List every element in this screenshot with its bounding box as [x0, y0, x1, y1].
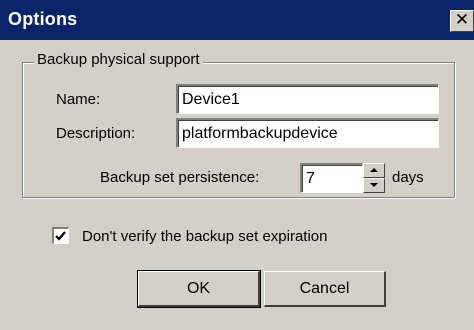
options-dialog: Options ✕ Backup physical support Name: …	[0, 0, 474, 330]
close-button[interactable]: ✕	[450, 10, 474, 32]
name-label: Name:	[56, 91, 101, 108]
skip-expiration-label[interactable]: Don't verify the backup set expiration	[82, 228, 328, 245]
arrow-down-icon	[370, 183, 378, 187]
persistence-spinner	[363, 163, 385, 193]
spin-up-button[interactable]	[363, 163, 385, 178]
ok-button[interactable]: OK	[137, 270, 261, 308]
skip-expiration-checkbox[interactable]	[52, 227, 69, 244]
arrow-up-icon	[370, 168, 378, 172]
persistence-unit: days	[392, 169, 424, 186]
cancel-button-label: Cancel	[299, 280, 350, 297]
checkmark-icon	[55, 231, 66, 241]
window-title: Options	[8, 9, 78, 29]
spin-down-button[interactable]	[363, 178, 385, 193]
description-field[interactable]: platformbackupdevice	[176, 118, 439, 148]
ok-button-label: OK	[186, 280, 211, 297]
persistence-input[interactable]: 7	[300, 163, 363, 193]
description-label: Description:	[56, 125, 136, 142]
cancel-button[interactable]: Cancel	[264, 271, 386, 307]
persistence-label: Backup set persistence:	[100, 169, 260, 186]
close-icon: ✕	[454, 10, 470, 30]
title-bar[interactable]: Options ✕	[0, 0, 474, 40]
name-field[interactable]: Device1	[176, 84, 439, 114]
group-legend: Backup physical support	[34, 51, 203, 68]
